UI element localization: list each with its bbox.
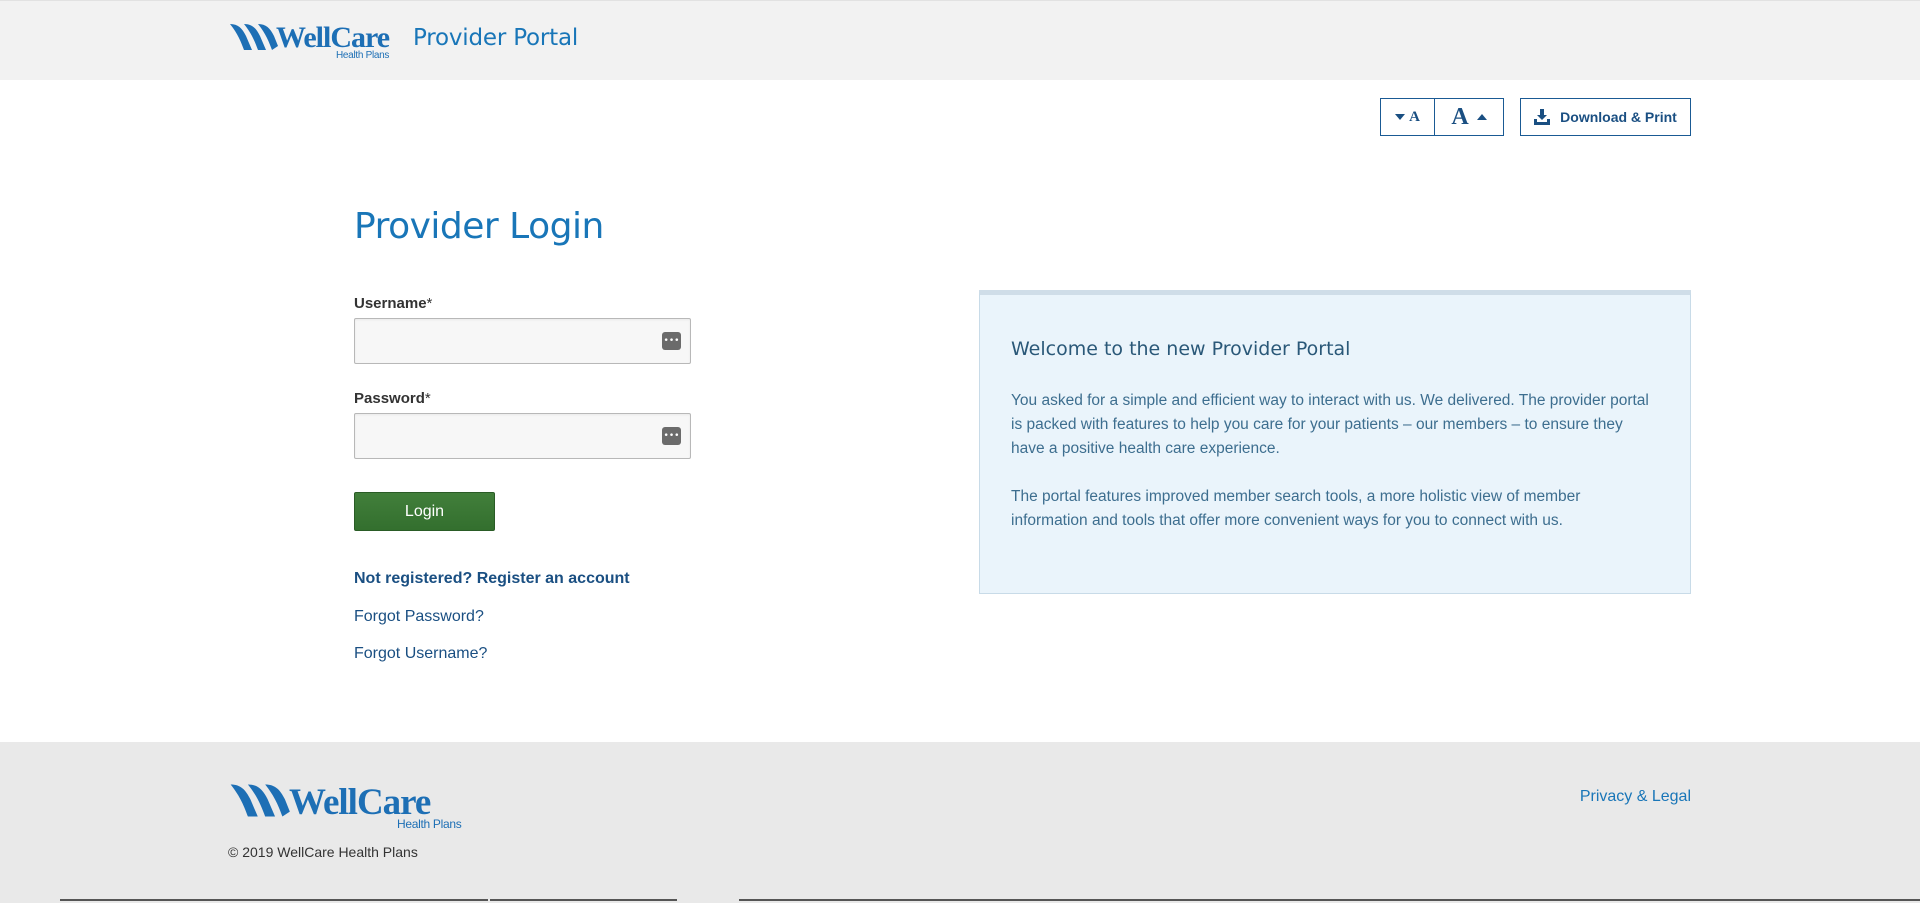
copyright-text: © 2019 WellCare Health Plans	[228, 844, 418, 860]
welcome-paragraph-2: The portal features improved member sear…	[1011, 488, 1581, 529]
font-increase-label: A	[1451, 103, 1469, 130]
page-title: Provider Login	[354, 206, 604, 247]
download-print-button[interactable]: Download & Print	[1520, 98, 1691, 136]
username-label-text: Username	[354, 295, 427, 312]
required-marker: *	[426, 295, 433, 312]
footer-logo-subtitle: Health Plans	[397, 817, 462, 831]
portal-title: Provider Portal	[413, 25, 579, 51]
download-print-label: Download & Print	[1560, 109, 1677, 125]
font-size-controls: A A	[1380, 98, 1504, 136]
privacy-legal-link[interactable]: Privacy & Legal	[1580, 788, 1691, 806]
logo-subtitle: Health Plans	[336, 50, 390, 61]
forgot-password-link[interactable]: Forgot Password?	[354, 608, 484, 626]
username-field-wrapper: •••	[354, 318, 691, 364]
download-icon	[1534, 109, 1551, 125]
font-increase-button[interactable]: A	[1435, 99, 1503, 135]
password-manager-glyph: •••	[663, 335, 680, 346]
wellcare-wave-icon	[230, 24, 278, 50]
font-decrease-label: A	[1409, 108, 1420, 125]
username-label: Username*	[354, 295, 432, 312]
password-field-wrapper: •••	[354, 413, 691, 459]
footer-wellcare-logo[interactable]: WellCare Health Plans	[228, 780, 462, 832]
welcome-panel: Welcome to the new Provider Portal You a…	[979, 290, 1691, 594]
password-manager-glyph: •••	[663, 430, 680, 441]
welcome-title: Welcome to the new Provider Portal	[1011, 338, 1351, 360]
password-input[interactable]	[355, 414, 690, 458]
forgot-username-link[interactable]: Forgot Username?	[354, 645, 487, 663]
password-manager-icon[interactable]: •••	[662, 332, 681, 350]
caret-up-icon	[1476, 114, 1487, 120]
username-input[interactable]	[355, 319, 690, 363]
register-account-link[interactable]: Not registered? Register an account	[354, 570, 630, 588]
font-decrease-button[interactable]: A	[1381, 99, 1435, 135]
site-header: WellCare Health Plans Provider Portal	[0, 0, 1920, 80]
login-button[interactable]: Login	[354, 492, 495, 531]
site-footer: WellCare Health Plans © 2019 WellCare He…	[0, 742, 1920, 903]
caret-down-icon	[1395, 114, 1406, 120]
wellcare-wave-icon	[230, 784, 290, 817]
welcome-paragraph-1: You asked for a simple and efficient way…	[1011, 392, 1649, 457]
required-marker: *	[424, 390, 431, 407]
password-label-text: Password	[354, 390, 425, 407]
password-label: Password*	[354, 390, 431, 407]
wellcare-logo[interactable]: WellCare Health Plans	[228, 20, 393, 62]
password-manager-icon[interactable]: •••	[662, 427, 681, 445]
bottom-edge-lines	[0, 899, 1920, 903]
